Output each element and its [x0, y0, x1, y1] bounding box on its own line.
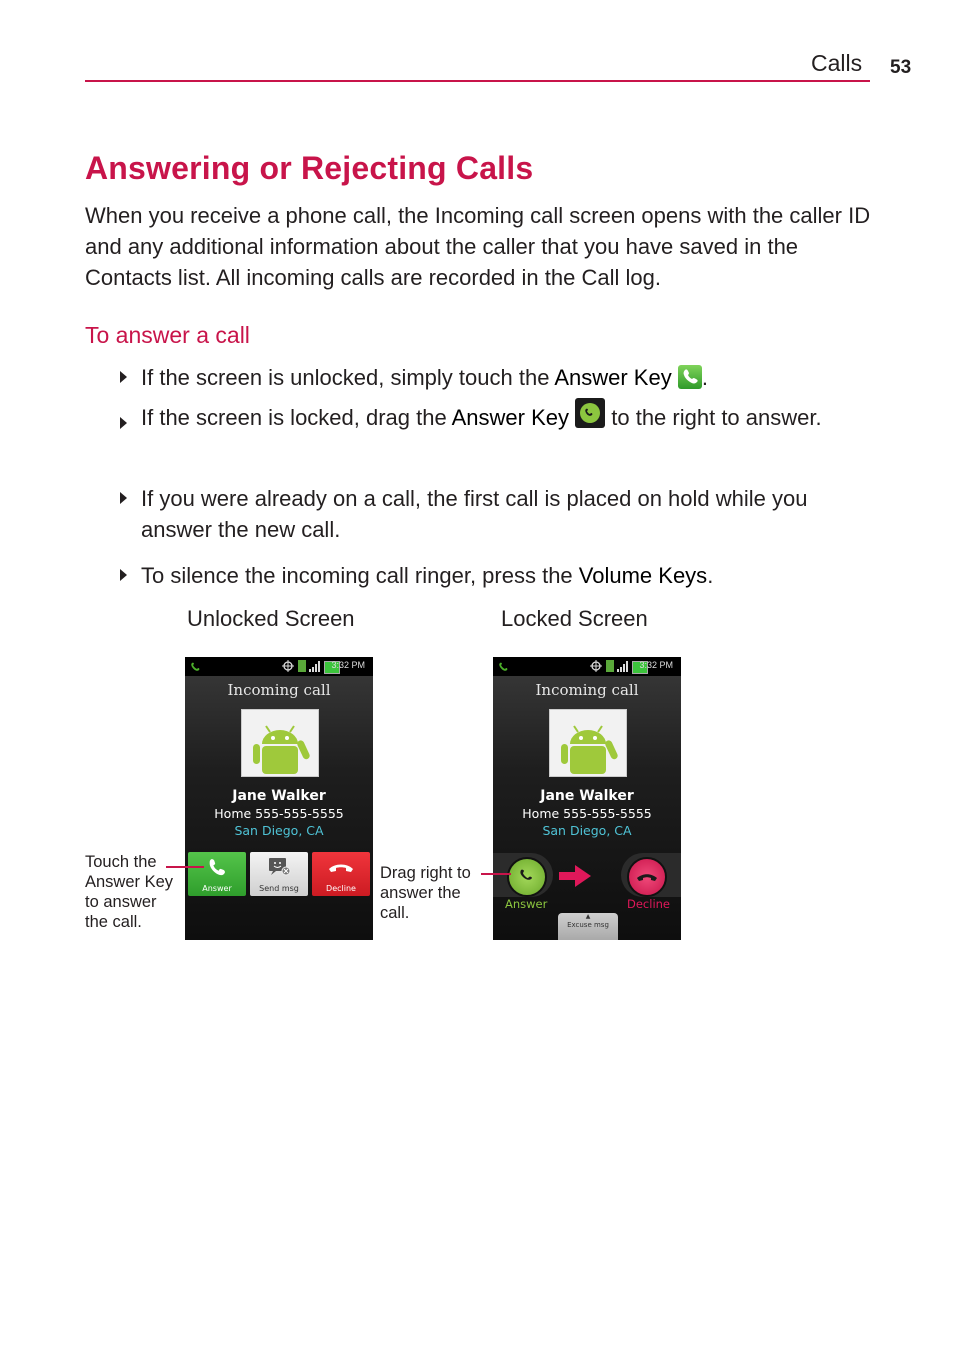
decline-button[interactable]: Decline: [312, 852, 370, 896]
phone-icon: [209, 859, 225, 876]
incoming-call-title: Incoming call: [535, 681, 639, 699]
bullet-text: To silence the incoming call ringer, pre…: [141, 563, 579, 588]
unlocked-screen-caption: Unlocked Screen: [187, 606, 355, 631]
answer-slider-handle[interactable]: [507, 857, 547, 897]
caret-up-icon: ▲: [585, 913, 591, 920]
call-status-icon: [499, 662, 508, 671]
contact-number: Home 555-555-5555: [214, 806, 344, 821]
status-bar: 3:32 PM: [185, 657, 373, 676]
bullet-item: If you were already on a call, the first…: [120, 483, 880, 545]
contact-name: Jane Walker: [540, 788, 634, 804]
status-time: 3:32 PM: [639, 660, 673, 670]
green-phone-answer-icon: [677, 365, 702, 390]
page-title: Answering or Rejecting Calls: [85, 150, 534, 186]
status-time: 3:32 PM: [331, 660, 365, 670]
answer-button[interactable]: Answer: [188, 852, 246, 896]
contact-location: San Diego, CA: [542, 823, 632, 838]
bullet-item: If the screen is locked, drag the Answer…: [120, 398, 880, 434]
excuse-msg-tab[interactable]: ▲ Excuse msg: [558, 913, 618, 940]
callout-leader-line: [166, 866, 204, 868]
android-icon: [561, 725, 618, 774]
answer-label: Answer: [505, 897, 548, 911]
status-bar: 3:32 PM: [493, 657, 681, 676]
answer-key-term: Answer Key: [451, 405, 570, 430]
contact-number: Home 555-555-5555: [522, 806, 652, 821]
signal-icon: [309, 661, 320, 672]
signal-icon: [617, 661, 628, 672]
bullet-text: If you were already on a call, the first…: [141, 486, 808, 542]
phone-icon: [520, 869, 532, 880]
contact-avatar: [549, 709, 627, 777]
incoming-call-title: Incoming call: [227, 681, 331, 699]
bullet-arrow-icon: [120, 417, 127, 429]
callout-leader-line: [481, 873, 511, 875]
drag-right-arrow-icon: [559, 865, 591, 887]
subheading: To answer a call: [85, 322, 250, 348]
unlocked-callout: Touch the Answer Key to answer the call.: [85, 853, 174, 931]
bullet-text: If the screen is unlocked, simply touch …: [141, 365, 555, 390]
bullet-arrow-icon: [120, 492, 127, 504]
android-icon: [253, 725, 310, 774]
volume-keys-term: Volume Keys: [578, 563, 708, 588]
contact-location: San Diego, CA: [234, 823, 324, 838]
answer-key-term: Answer Key: [554, 365, 672, 390]
round-green-answer-icon: [575, 398, 606, 429]
data-network-icon: [606, 660, 614, 672]
message-icon: [269, 858, 291, 876]
locked-screen-caption: Locked Screen: [501, 606, 648, 631]
hang-up-icon: [329, 864, 353, 872]
gps-icon: [590, 660, 602, 672]
section-title: Calls: [811, 50, 863, 76]
page-number: 53: [890, 57, 912, 78]
contact-name: Jane Walker: [232, 788, 326, 804]
data-network-icon: [298, 660, 306, 672]
intro-paragraph: When you receive a phone call, the Incom…: [85, 203, 871, 290]
locked-screen-image: 3:32 PM Incoming call Jane Walker Home 5…: [493, 657, 681, 940]
unlocked-screen-image: 3:32 PM Incoming call Jane Walker Home 5…: [185, 657, 373, 940]
decline-slider-handle[interactable]: [627, 857, 667, 897]
locked-callout: Drag right to answer the call.: [380, 864, 471, 922]
decline-label: Decline: [627, 897, 671, 911]
send-msg-button[interactable]: Send msg: [250, 852, 308, 896]
call-status-icon: [191, 662, 200, 671]
header-rule: [85, 80, 870, 82]
contact-avatar: [241, 709, 319, 777]
bullet-item: To silence the incoming call ringer, pre…: [120, 560, 880, 591]
bullet-text: If the screen is locked, drag the: [141, 405, 452, 430]
bullet-arrow-icon: [120, 371, 127, 383]
bullet-item: If the screen is unlocked, simply touch …: [120, 362, 880, 393]
answer-key-term: Answer Key: [85, 873, 174, 891]
hang-up-icon: [637, 874, 657, 881]
gps-icon: [282, 660, 294, 672]
bullet-arrow-icon: [120, 569, 127, 581]
